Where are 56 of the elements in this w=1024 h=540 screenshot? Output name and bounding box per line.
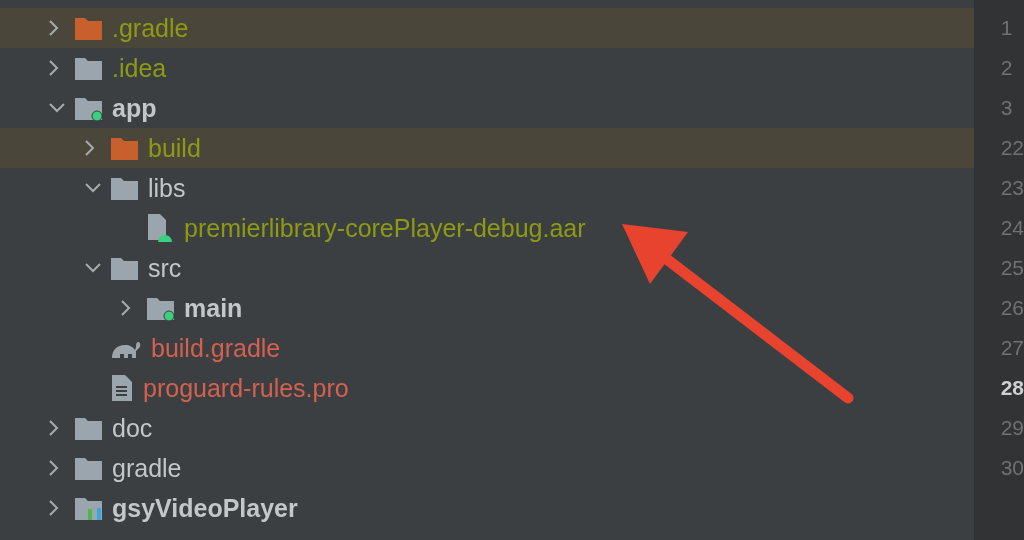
line-number: 2: [999, 55, 1014, 81]
module-folder-icon: [146, 295, 175, 321]
tree-row[interactable]: app: [0, 88, 974, 128]
tree-row[interactable]: src: [0, 248, 974, 288]
file-name: .gradle: [112, 13, 189, 43]
tree-row[interactable]: .idea: [0, 48, 974, 88]
chevron-right-icon[interactable]: [48, 459, 60, 477]
line-number: 1: [999, 15, 1014, 41]
chevron-right-icon[interactable]: [48, 499, 60, 517]
chevron-down-icon[interactable]: [84, 182, 102, 194]
file-name: .idea: [112, 53, 167, 83]
line-number: 22: [999, 135, 1024, 161]
file-name: doc: [112, 413, 153, 443]
file-name: proguard-rules.pro: [143, 373, 349, 403]
line-number: 24: [999, 215, 1024, 241]
android-file-icon: [146, 213, 175, 243]
chevron-right-icon[interactable]: [48, 19, 60, 37]
module-folder-icon: [74, 95, 103, 121]
folder-icon: [74, 455, 103, 481]
file-name: src: [148, 253, 182, 283]
tree-row[interactable]: gsyVideoPlayer: [0, 488, 974, 528]
line-number: 3: [999, 95, 1014, 121]
tree-row[interactable]: premierlibrary-corePlayer-debug.aar: [0, 208, 974, 248]
chevron-down-icon[interactable]: [48, 102, 66, 114]
line-number: 30: [999, 455, 1024, 481]
chevron-right-icon[interactable]: [48, 59, 60, 77]
chevron-right-icon[interactable]: [120, 299, 132, 317]
module-folder-icon: [74, 495, 103, 521]
text-file-icon: [110, 374, 134, 402]
chevron-down-icon[interactable]: [84, 262, 102, 274]
file-name: build.gradle: [151, 333, 281, 363]
line-number: 27: [999, 335, 1024, 361]
file-name: libs: [148, 173, 186, 203]
line-number: 28: [999, 375, 1024, 401]
file-name: build: [148, 133, 201, 163]
folder-icon: [110, 135, 139, 161]
line-number: 29: [999, 415, 1024, 441]
chevron-right-icon[interactable]: [48, 419, 60, 437]
tree-row[interactable]: main: [0, 288, 974, 328]
tree-row[interactable]: gradle: [0, 448, 974, 488]
folder-icon: [110, 175, 139, 201]
file-name: premierlibrary-corePlayer-debug.aar: [184, 213, 586, 243]
folder-icon: [74, 415, 103, 441]
line-number: 25: [999, 255, 1024, 281]
chevron-right-icon[interactable]: [84, 139, 96, 157]
file-name: gsyVideoPlayer: [112, 493, 298, 523]
line-number: 26: [999, 295, 1024, 321]
tree-row[interactable]: doc: [0, 408, 974, 448]
line-number: 23: [999, 175, 1024, 201]
tree-row[interactable]: libs: [0, 168, 974, 208]
folder-icon: [74, 15, 103, 41]
file-name: gradle: [112, 453, 182, 483]
file-name: main: [184, 293, 243, 323]
folder-icon: [110, 255, 139, 281]
folder-icon: [74, 55, 103, 81]
file-name: app: [112, 93, 157, 123]
